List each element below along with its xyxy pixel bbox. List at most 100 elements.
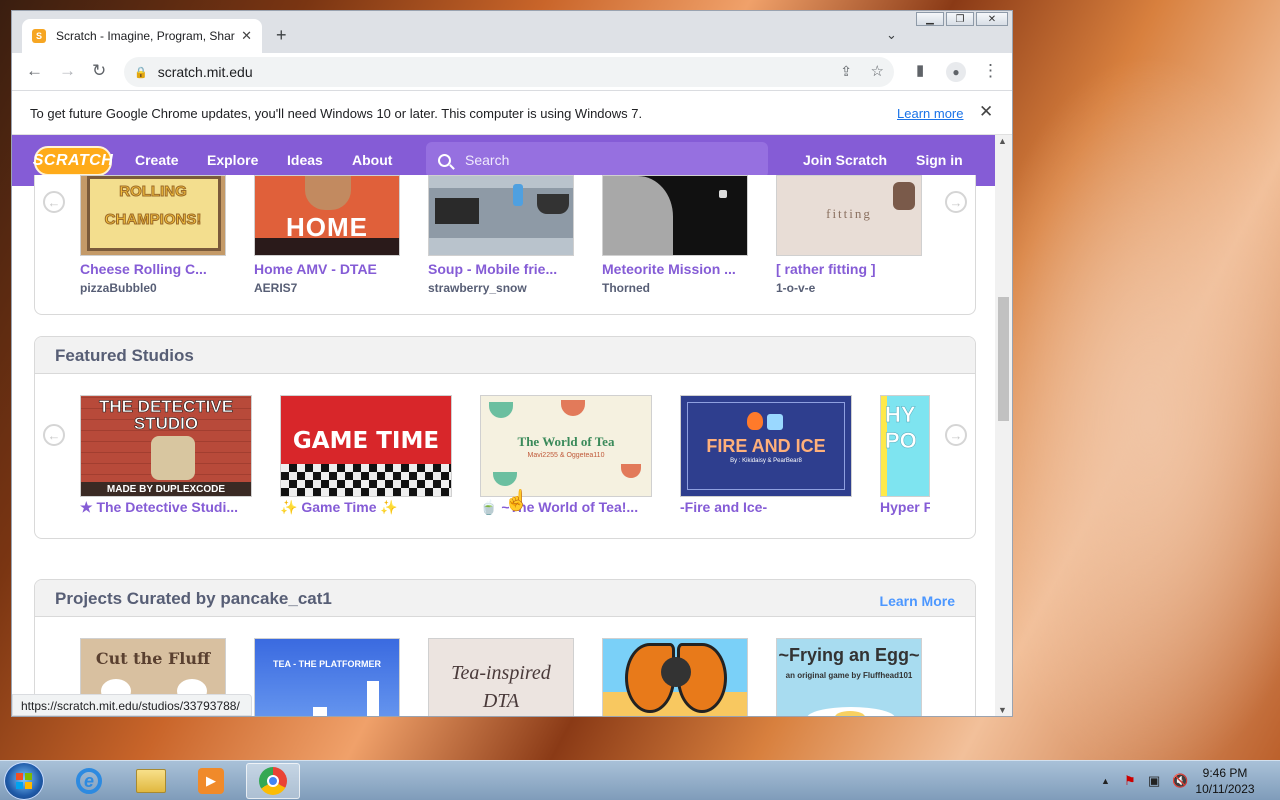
row-next-arrow-icon[interactable]: → <box>945 191 967 213</box>
close-window-icon[interactable]: ✕ <box>976 12 1008 26</box>
project-author[interactable]: AERIS7 <box>254 281 297 295</box>
windows-taskbar: e ▶ ▲ ⚑ ▣ 🔇 9:46 PM 10/11/2023 <box>0 760 1280 800</box>
featured-studios-heading: Featured Studios <box>55 346 194 365</box>
system-clock[interactable]: 9:46 PM 10/11/2023 <box>1190 765 1260 797</box>
internet-explorer-icon[interactable]: e <box>62 763 116 799</box>
thumbnail-subtext: Mavi2255 & Oggetea110 <box>527 452 605 459</box>
studio-thumbnail: GAME TIME <box>280 395 452 497</box>
project-title[interactable]: Meteorite Mission ... <box>602 261 748 277</box>
project-thumbnail: ~Frying an Egg~ an original game by Fluf… <box>776 638 922 716</box>
media-player-icon[interactable]: ▶ <box>184 763 238 799</box>
project-thumbnail: TEA - THE PLATFORMER <box>254 638 400 716</box>
scratch-page: SCRATCH Create Explore Ideas About Searc… <box>12 135 995 716</box>
minimize-icon[interactable]: ▁ <box>916 12 944 26</box>
reload-icon[interactable]: ↻ <box>92 61 106 81</box>
thumbnail-text: THE DETECTIVE STUDIO <box>98 397 234 433</box>
tab-title: Scratch - Imagine, Program, Share <box>56 29 236 43</box>
project-row-box: ← → ROLLING CHAMPIONS! Cheese Rolling C.… <box>34 175 976 315</box>
studio-title[interactable]: ✨ Game Time ✨ <box>280 499 452 516</box>
hand-cursor-icon: ☝ <box>504 490 530 513</box>
thumbnail-text: HOME <box>286 212 368 242</box>
studios-prev-arrow-icon[interactable]: ← <box>43 424 65 446</box>
profile-icon[interactable]: ● <box>946 62 966 82</box>
project-author[interactable]: strawberry_snow <box>428 281 527 295</box>
clock-time: 9:46 PM <box>1202 766 1248 780</box>
close-tab-icon[interactable]: ✕ <box>241 28 252 44</box>
nav-ideas[interactable]: Ideas <box>287 152 323 168</box>
tray-expand-icon[interactable]: ▲ <box>1101 776 1110 786</box>
nav-explore[interactable]: Explore <box>207 152 258 168</box>
scroll-down-icon[interactable]: ▼ <box>998 705 1007 715</box>
row-prev-arrow-icon[interactable]: ← <box>43 191 65 213</box>
volume-muted-icon[interactable]: 🔇 <box>1172 773 1188 789</box>
forward-icon[interactable]: → <box>59 61 76 81</box>
infobar-message: To get future Google Chrome updates, you… <box>30 106 643 121</box>
project-title[interactable]: [ rather fitting ] <box>776 261 922 277</box>
infobar-learn-more-link[interactable]: Learn more <box>897 106 963 121</box>
thumbnail-subtext: By : Kikidaisy & PearBear8 <box>730 458 802 464</box>
project-author[interactable]: 1-o-v-e <box>776 281 815 295</box>
nav-about[interactable]: About <box>352 152 392 168</box>
bookmark-star-icon[interactable]: ☆ <box>871 62 884 80</box>
thumbnail-subtext: MADE BY DUPLEXCODE <box>106 484 226 495</box>
tab-scratch[interactable]: S Scratch - Imagine, Program, Share ✕ <box>22 19 262 53</box>
project-thumbnail: Tea-inspired DTA <box>428 638 574 716</box>
project-thumbnail <box>602 638 748 716</box>
project-title[interactable]: Soup - Mobile frie... <box>428 261 574 277</box>
thumbnail-text: FIRE AND ICE <box>706 436 826 456</box>
address-bar[interactable]: 🔒 scratch.mit.edu ⇪ ☆ <box>124 57 894 87</box>
thumbnail-subtext: an original game by Fluffhead101 <box>785 671 913 680</box>
project-title[interactable]: Home AMV - DTAE <box>254 261 400 277</box>
featured-studios-header: Featured Studios <box>35 337 975 374</box>
nav-create[interactable]: Create <box>135 152 179 168</box>
thumbnail-text: Tea-inspired DTA <box>451 662 551 712</box>
studio-title[interactable]: ★ The Detective Studi... <box>80 499 252 516</box>
thumbnail-text: fitting <box>826 206 872 221</box>
scrollbar-thumb[interactable] <box>998 297 1009 421</box>
thumbnail-text: ROLLING CHAMPIONS! <box>104 183 202 229</box>
curated-learn-more-link[interactable]: Learn More <box>880 593 955 609</box>
status-bubble: https://scratch.mit.edu/studios/33793788… <box>12 694 252 716</box>
lock-icon: 🔒 <box>134 66 148 79</box>
page-scrollbar[interactable]: ▲ ▼ <box>995 135 1012 716</box>
chrome-window: S Scratch - Imagine, Program, Share ✕ + … <box>11 10 1013 717</box>
scroll-up-icon[interactable]: ▲ <box>998 136 1007 146</box>
tab-strip: S Scratch - Imagine, Program, Share ✕ + … <box>12 11 1012 53</box>
share-icon[interactable]: ⇪ <box>840 63 852 80</box>
side-panel-icon[interactable]: ▮ <box>916 61 924 79</box>
thumbnail-text: GAME TIME <box>292 428 440 454</box>
curated-header: Projects Curated by pancake_cat1 Learn M… <box>35 580 975 617</box>
search-icon <box>438 153 451 167</box>
update-infobar: To get future Google Chrome updates, you… <box>12 91 1012 135</box>
infobar-close-icon[interactable]: ✕ <box>979 102 993 122</box>
tab-search-chevron-icon[interactable]: ⌄ <box>886 27 897 43</box>
network-icon[interactable]: ▣ <box>1148 773 1160 789</box>
file-explorer-icon[interactable] <box>124 763 178 799</box>
back-icon[interactable]: ← <box>26 61 43 81</box>
scratch-favicon-icon: S <box>32 29 46 43</box>
thumbnail-text: TEA - THE PLATFORMER <box>273 659 381 669</box>
scratch-logo[interactable]: SCRATCH <box>33 146 113 176</box>
thumbnail-text: The World of Tea <box>517 434 615 449</box>
start-button[interactable] <box>4 762 44 800</box>
sign-in-link[interactable]: Sign in <box>916 152 963 168</box>
project-title[interactable]: Cheese Rolling C... <box>80 261 226 277</box>
action-center-icon[interactable]: ⚑ <box>1124 773 1136 789</box>
chrome-taskbar-icon[interactable] <box>246 763 300 799</box>
search-input[interactable]: Search <box>426 142 768 178</box>
clock-date: 10/11/2023 <box>1195 782 1255 796</box>
thumbnail-text: ~Frying an Egg~ <box>778 645 920 665</box>
project-author[interactable]: Thorned <box>602 281 650 295</box>
project-author[interactable]: pizzaBubble0 <box>80 281 157 295</box>
studios-next-arrow-icon[interactable]: → <box>945 424 967 446</box>
studio-title[interactable]: -Fire and Ice- <box>680 499 852 515</box>
join-scratch-link[interactable]: Join Scratch <box>803 152 887 168</box>
studio-title[interactable]: Hyper F <box>880 499 930 515</box>
menu-kebab-icon[interactable]: ⋮ <box>982 61 999 81</box>
restore-icon[interactable]: ❐ <box>946 12 974 26</box>
new-tab-icon[interactable]: + <box>276 25 287 46</box>
project-thumbnail <box>602 175 748 256</box>
studio-thumbnail: HY PO <box>880 395 930 497</box>
thumbnail-text: HY PO <box>885 402 917 454</box>
url-text: scratch.mit.edu <box>157 64 253 80</box>
